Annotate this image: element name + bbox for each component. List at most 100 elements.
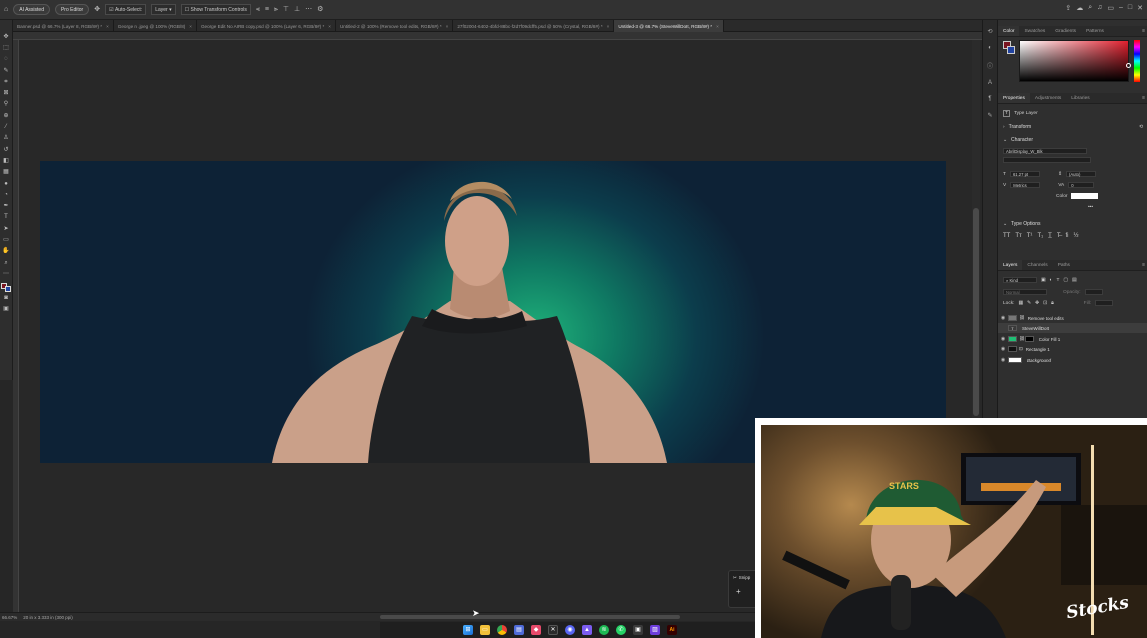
app-icon[interactable]: ▣ — [633, 625, 643, 635]
tab-properties[interactable]: Properties — [998, 93, 1030, 103]
quick-select-icon[interactable]: ✎ — [1, 66, 11, 75]
superscript-icon[interactable]: T¹ — [1027, 233, 1033, 239]
type-options-section[interactable]: ⌄ Type Options — [1003, 221, 1041, 227]
layer-name[interactable]: SteveWillDoIt — [1022, 326, 1049, 331]
tab-gradients[interactable]: Gradients — [1050, 26, 1081, 36]
lock-position-icon[interactable]: ✥ — [1035, 301, 1039, 306]
distribute-icon[interactable]: ⋯ — [305, 6, 312, 13]
tab-paths[interactable]: Paths — [1053, 260, 1075, 270]
app-icon[interactable]: ◆ — [531, 625, 541, 635]
tab-adjustments[interactable]: Adjustments — [1030, 93, 1066, 103]
strikethrough-icon[interactable]: T̶ — [1057, 233, 1061, 239]
tab-libraries[interactable]: Libraries — [1066, 93, 1094, 103]
color-picker-ring[interactable] — [1126, 63, 1131, 68]
screen-mode-icon[interactable]: ▣ — [1, 305, 11, 314]
app-icon[interactable]: ▨ — [650, 625, 660, 635]
tab-untitled-3[interactable]: Untitled-3 @ 66.7% (SteveWillDoIt, RGB/8… — [614, 20, 724, 32]
font-family-dropdown[interactable]: AbrilDisplay_W_Blk — [1003, 148, 1087, 154]
eye-icon[interactable]: ◉ — [998, 357, 1008, 363]
filter-type-icon[interactable]: T — [1056, 278, 1059, 283]
close-tab-icon[interactable]: × — [716, 24, 719, 29]
close-tab-icon[interactable]: × — [106, 24, 109, 29]
horizontal-scroll-thumb[interactable] — [380, 615, 680, 619]
layer-row[interactable]: ◉ ⊡ Rectangle 1 — [998, 344, 1147, 354]
settings-gear-icon[interactable]: ⚙ — [317, 6, 323, 13]
more-options[interactable]: ••• — [1088, 205, 1093, 210]
layer-row[interactable]: ◉ Background — [998, 355, 1147, 365]
tab-untitled-2[interactable]: Untitled-2 @ 100% (Remove tool edits, RG… — [336, 20, 454, 32]
align-middle-icon[interactable]: ⊥ — [294, 6, 300, 13]
chrome-icon[interactable] — [497, 625, 507, 635]
more-icon[interactable]: ••• — [1088, 205, 1093, 210]
crop-icon[interactable]: ⌗ — [1, 77, 11, 86]
illustrator-icon[interactable]: Ai — [667, 625, 677, 635]
character-section[interactable]: ⌄ Character — [1003, 137, 1033, 143]
windows-icon[interactable]: ⊞ — [463, 625, 473, 635]
app-icon[interactable]: ▲ — [582, 625, 592, 635]
tab-layers[interactable]: Layers — [998, 260, 1023, 270]
panel-menu-icon[interactable]: ≡ — [1142, 28, 1145, 34]
subscript-icon[interactable]: T₁ — [1037, 233, 1043, 239]
history-brush-icon[interactable]: ↺ — [1, 145, 11, 154]
discord-icon[interactable]: ◉ — [565, 625, 575, 635]
filter-adjust-icon[interactable]: ◐ — [1050, 278, 1053, 283]
workspace-icon[interactable]: ▭ — [1107, 4, 1114, 12]
underline-icon[interactable]: T̲ — [1048, 233, 1052, 239]
close-tab-icon[interactable]: × — [189, 24, 192, 29]
tracking-field[interactable]: 0 — [1068, 182, 1095, 188]
all-caps-icon[interactable]: TT — [1003, 233, 1010, 239]
layer-row[interactable]: ◉ ⛓ Color Fill 1 — [998, 334, 1147, 344]
move-tool-icon[interactable]: ✥ — [94, 6, 100, 13]
hand-icon[interactable]: ✋ — [1, 247, 11, 256]
small-caps-icon[interactable]: Tᴛ — [1015, 233, 1021, 239]
tab-banner[interactable]: Banner.psd @ 66.7% (Layer 8, RGB/8#) * × — [13, 20, 114, 32]
move-icon[interactable]: ✥ — [1, 32, 11, 41]
cloud-icon[interactable]: ☁ — [1076, 4, 1083, 12]
color-swatches[interactable] — [1, 282, 11, 292]
eyedropper-icon[interactable]: ⚲ — [1, 100, 11, 109]
fill-field[interactable] — [1095, 300, 1114, 306]
zoom-level[interactable]: 66.67% — [2, 615, 17, 620]
fraction-icon[interactable]: ½ — [1073, 233, 1078, 239]
spotify-icon[interactable]: ≋ — [599, 625, 609, 635]
marquee-icon[interactable]: ⬚ — [1, 43, 11, 52]
history-icon[interactable]: ⟲ — [987, 28, 992, 35]
hue-slider[interactable] — [1134, 40, 1140, 82]
background-swatch[interactable] — [5, 285, 11, 292]
home-icon[interactable]: ⌂ — [4, 6, 8, 13]
layer-name[interactable]: Rectangle 1 — [1026, 347, 1050, 352]
lasso-icon[interactable]: ◌ — [1, 55, 11, 64]
quick-mask-icon[interactable]: ◙ — [1, 294, 11, 303]
filter-smart-icon[interactable]: ▤ — [1072, 278, 1077, 283]
bell-icon[interactable]: ♫ — [1097, 4, 1102, 12]
share-icon[interactable]: ⇪ — [1065, 4, 1071, 12]
auto-select-dropdown[interactable]: Layer ▾ — [151, 4, 176, 15]
leading-field[interactable]: (Auto) — [1065, 171, 1096, 177]
eye-icon[interactable]: ◉ — [998, 315, 1008, 321]
tab-channels[interactable]: Channels — [1022, 260, 1052, 270]
layer-row[interactable]: ◉ ⛓ Remove tool edits — [998, 313, 1147, 323]
tab-george-edit[interactable]: George Edit No AIRB copy.psd @ 100% (Lay… — [197, 20, 336, 32]
eye-icon[interactable]: ◉ — [998, 346, 1008, 352]
lock-transparent-icon[interactable]: ▦ — [1018, 301, 1023, 306]
tab-george-jpeg[interactable]: George n .jpeg @ 100% (RGB/8) × — [114, 20, 197, 32]
panel-menu-icon[interactable]: ≡ — [1142, 95, 1145, 101]
whatsapp-icon[interactable]: ✆ — [616, 625, 626, 635]
app-icon[interactable]: ✕ — [548, 625, 558, 635]
layer-name[interactable]: Color Fill 1 — [1039, 337, 1061, 342]
layer-name[interactable]: Remove tool edits — [1028, 316, 1064, 321]
blend-mode-dropdown[interactable]: Normal — [1003, 289, 1047, 295]
gradient-icon[interactable]: ▦ — [1, 168, 11, 177]
zoom-icon[interactable]: ⌕ — [1, 258, 11, 267]
show-transform-checkbox[interactable]: ☐ Show Transform Controls — [180, 4, 251, 15]
minimize-icon[interactable]: – — [1119, 4, 1123, 12]
filter-shape-icon[interactable]: ▢ — [1063, 278, 1068, 283]
type-icon[interactable]: T — [1, 213, 11, 222]
close-tab-icon[interactable]: × — [607, 24, 610, 29]
text-color-swatch[interactable] — [1071, 193, 1099, 199]
kerning-field[interactable]: Metrics — [1010, 182, 1041, 188]
healing-icon[interactable]: ⊕ — [1, 111, 11, 120]
ligature-icon[interactable]: fi — [1065, 233, 1068, 239]
brush-icon[interactable]: ⁄ — [1, 122, 11, 131]
panel-menu-icon[interactable]: ≡ — [1142, 262, 1145, 268]
